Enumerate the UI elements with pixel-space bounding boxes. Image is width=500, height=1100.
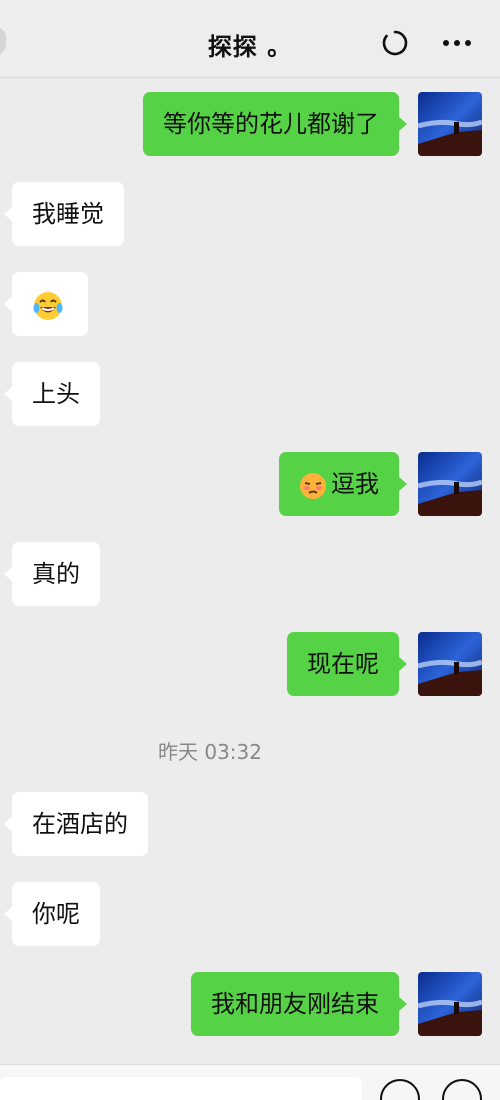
received-message-bubble[interactable]: 你呢	[4, 882, 100, 946]
sent-message-bubble[interactable]: 我和朋友刚结束	[191, 972, 407, 1036]
avatar[interactable]	[418, 452, 482, 516]
sent-message-bubble[interactable]: 逗我	[279, 452, 407, 517]
message-text: 等你等的花儿都谢了	[163, 110, 379, 138]
emoji-icon[interactable]	[380, 1079, 420, 1100]
chat-title: 探探 。	[207, 33, 293, 61]
message-text: 我睡觉	[32, 200, 104, 228]
message-text: 逗我	[331, 470, 379, 498]
message-text: 现在呢	[307, 650, 379, 678]
avatar[interactable]	[418, 972, 482, 1036]
plus-icon[interactable]	[442, 1079, 482, 1100]
message-timestamp: 昨天 03:32	[158, 740, 262, 764]
chat-area[interactable]: 等你等的花儿都谢了 我睡觉 上头 逗我 真的 现在呢 昨天 03:32 在酒店的…	[0, 78, 500, 1064]
message-text: 真的	[32, 560, 80, 588]
sent-message-bubble[interactable]: 等你等的花儿都谢了	[143, 92, 407, 156]
received-message-bubble[interactable]: 在酒店的	[4, 792, 148, 856]
unamused-emoji	[299, 453, 327, 517]
message-text: 你呢	[32, 900, 80, 928]
input-bar	[0, 1064, 500, 1100]
message-text: 上头	[32, 380, 80, 408]
message-text: 在酒店的	[32, 810, 128, 838]
refresh-circle-icon[interactable]	[378, 28, 412, 58]
message-input[interactable]	[0, 1077, 362, 1100]
sent-message-bubble[interactable]: 现在呢	[287, 632, 407, 696]
received-message-bubble[interactable]: 上头	[4, 362, 100, 426]
avatar[interactable]	[418, 632, 482, 696]
more-icon[interactable]	[440, 28, 474, 58]
received-message-bubble[interactable]: 真的	[4, 542, 100, 606]
received-message-bubble[interactable]	[4, 272, 88, 337]
received-message-bubble[interactable]: 我睡觉	[4, 182, 124, 246]
message-text: 我和朋友刚结束	[211, 990, 379, 1018]
avatar[interactable]	[418, 92, 482, 156]
chat-header: 探探 。	[0, 0, 500, 78]
laughing-tears-emoji	[32, 273, 64, 337]
